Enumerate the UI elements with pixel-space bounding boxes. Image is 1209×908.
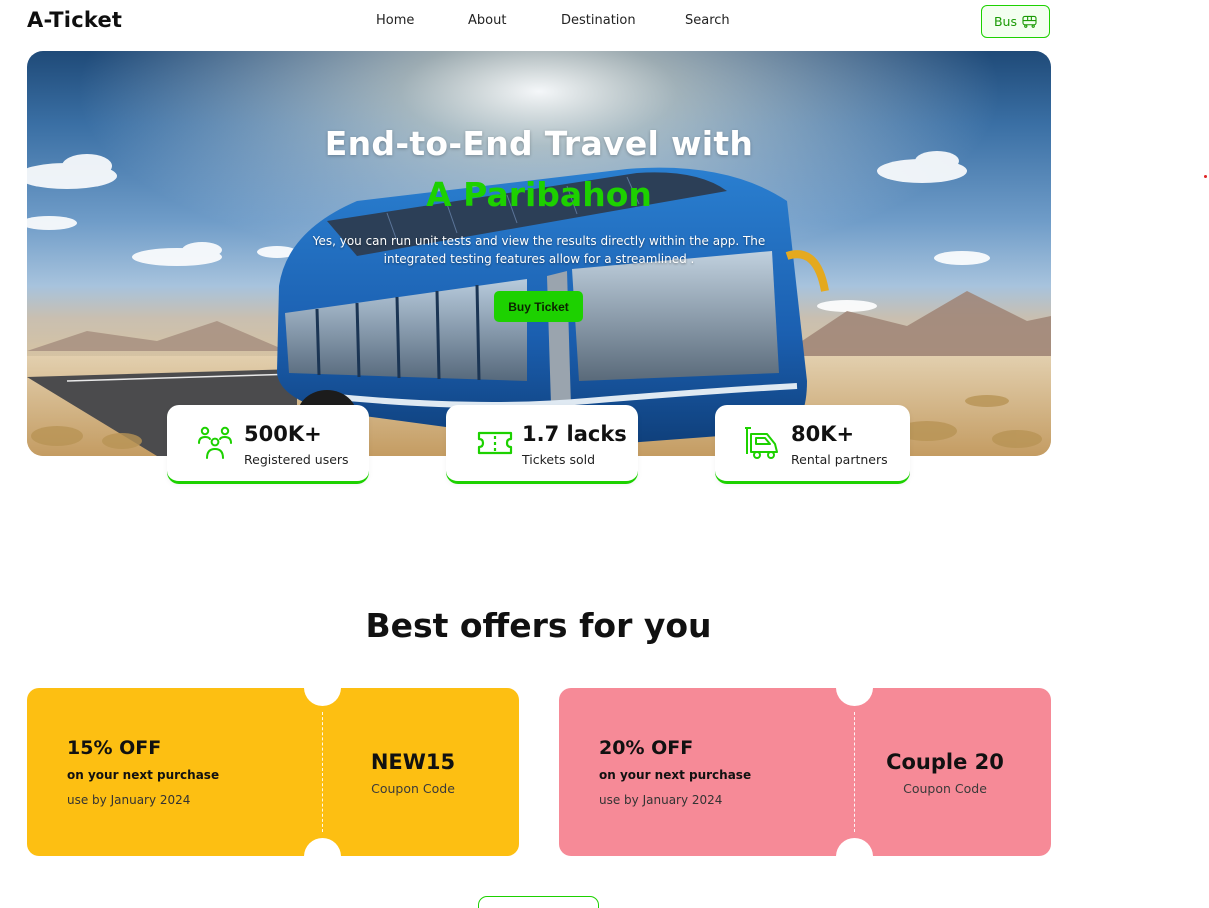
stat-card-tickets: 1.7 lacks Tickets sold — [446, 405, 638, 483]
bus-icon — [1022, 15, 1037, 28]
coupon-notch — [304, 838, 341, 856]
buy-ticket-button[interactable]: Buy Ticket — [494, 291, 583, 322]
stat-value: 500K+ — [244, 422, 322, 446]
users-icon — [198, 426, 232, 459]
coupon-code-label: Coupon Code — [903, 781, 987, 796]
coupon-expiry: use by January 2024 — [599, 793, 723, 807]
stat-label: Registered users — [244, 452, 349, 467]
coupon-discount: 15% OFF — [67, 737, 162, 759]
coupon-card[interactable]: 15% OFF on your next purchase use by Jan… — [27, 688, 519, 856]
nav-home[interactable]: Home — [376, 13, 414, 28]
coupon-code[interactable]: Couple 20 — [855, 750, 1035, 774]
coupon-notch — [836, 838, 873, 856]
hero-title: End-to-End Travel with — [324, 124, 754, 163]
ticket-icon — [477, 431, 513, 455]
offers-heading: Best offers for you — [365, 606, 712, 645]
stat-value: 1.7 lacks — [522, 422, 627, 446]
coupon-subtitle: on your next purchase — [67, 768, 220, 782]
stat-label: Rental partners — [791, 452, 888, 467]
bus-button[interactable]: Bus — [981, 5, 1050, 38]
hero-title-highlight: A Paribahon — [426, 175, 652, 214]
coupon-notch — [304, 688, 341, 706]
rental-icon — [745, 427, 778, 459]
coupon-card[interactable]: 20% OFF on your next purchase use by Jan… — [559, 688, 1051, 856]
stat-card-users: 500K+ Registered users — [167, 405, 369, 483]
coupon-notch — [836, 688, 873, 706]
nav-search[interactable]: Search — [685, 13, 730, 28]
partial-button[interactable] — [478, 896, 599, 908]
hero-description: Yes, you can run unit tests and view the… — [312, 234, 766, 266]
coupon-subtitle: on your next purchase — [599, 768, 752, 782]
nav-about[interactable]: About — [468, 13, 506, 28]
coupon-code[interactable]: NEW15 — [327, 750, 499, 774]
coupon-discount: 20% OFF — [599, 737, 694, 759]
coupon-code-label: Coupon Code — [371, 781, 455, 796]
stat-label: Tickets sold — [522, 452, 596, 467]
nav-destination[interactable]: Destination — [561, 13, 636, 28]
stat-value: 80K+ — [791, 422, 855, 446]
coupon-expiry: use by January 2024 — [67, 793, 191, 807]
stray-dot — [1204, 175, 1207, 178]
coupon-divider — [322, 712, 323, 832]
hero-banner: End-to-End Travel with A Paribahon Yes, … — [27, 51, 1051, 456]
stat-card-partners: 80K+ Rental partners — [715, 405, 910, 483]
bus-button-label: Bus — [993, 14, 1017, 29]
